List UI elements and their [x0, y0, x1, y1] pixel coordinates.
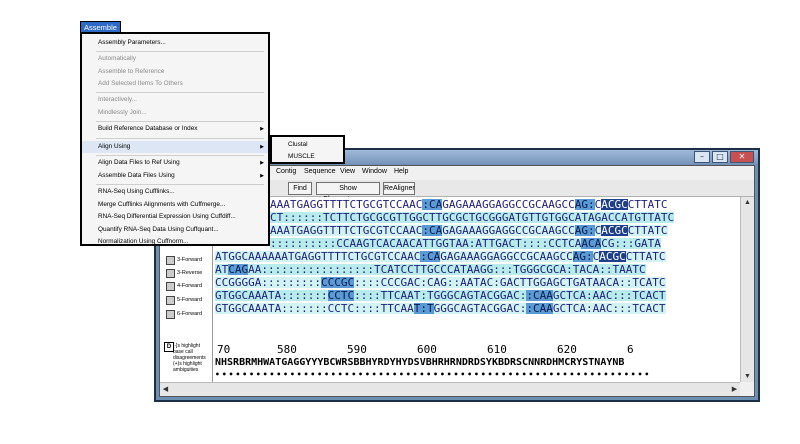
sequence-row-2[interactable]: CT::::::TCTTCTGCGCGTTGGCTTGCGCTGCGGGATGT…: [270, 212, 675, 223]
read-3-forward[interactable]: 3-Forward: [166, 255, 202, 266]
read-6-forward[interactable]: 6-Forward: [166, 309, 202, 320]
minimize-button[interactable]: –: [694, 151, 710, 163]
menu-separator: [96, 121, 264, 122]
maximize-button[interactable]: □: [712, 151, 728, 163]
read-label: 4-Forward: [177, 283, 203, 289]
menu-item-rnaseq-cuffdiff[interactable]: RNA-Seq Differential Expression Using Cu…: [98, 213, 236, 220]
ruler-tick: 600: [417, 343, 437, 356]
window-controls: – □ ✕: [694, 151, 754, 163]
read-icon: [166, 256, 175, 265]
menu-item-mindlessly-join: Mindlessly Join...: [98, 109, 147, 116]
menu-item-merge-cufflinks[interactable]: Merge Cufflinks Alignments with Cuffmerg…: [98, 201, 225, 208]
scroll-down-icon[interactable]: ▼: [742, 371, 753, 382]
read-3-reverse[interactable]: 3-Reverse: [166, 268, 202, 279]
menu-item-automatically: Automatically: [98, 55, 137, 62]
realigner-button[interactable]: ReAligner: [383, 182, 415, 195]
ruler-tick: 620: [557, 343, 577, 356]
sequence-row-6[interactable]: ATCAGAA:::::::::::::::::TCATCCTTGCCCATAA…: [215, 264, 646, 275]
read-icon: [166, 296, 175, 305]
menu-separator: [96, 51, 264, 52]
horizontal-scrollbar[interactable]: ◀ ▶: [160, 382, 740, 396]
menu-item-quantify[interactable]: Quantify RNA-Seq Data Using Cuffquant...: [98, 226, 219, 233]
read-4-forward[interactable]: 4-Forward: [166, 281, 202, 292]
menu-item-assemble-data-files[interactable]: Assemble Data Files Using: [98, 172, 175, 179]
scroll-up-icon[interactable]: ▲: [742, 197, 753, 208]
submenu-item-muscle[interactable]: MUSCLE: [288, 153, 315, 160]
read-label: 6-Forward: [177, 311, 203, 317]
menu-contig[interactable]: Contig: [276, 168, 296, 175]
consensus-sequence: NHSRBRMHWATGAGGYYYBCWRSBBHYRDYHYDSVBHRHR…: [215, 357, 625, 368]
read-5-forward[interactable]: 5-Forward: [166, 295, 202, 306]
submenu-item-clustal[interactable]: Clustal: [288, 141, 308, 148]
ruler-tick: 590: [347, 343, 367, 356]
menu-item-assemble-to-reference: Assemble to Reference: [98, 68, 165, 75]
menu-sequence[interactable]: Sequence: [304, 168, 336, 175]
submenu-arrow-icon: ▶: [260, 126, 264, 132]
menu-separator: [96, 138, 264, 139]
sequence-row-3[interactable]: AAATGAGGTTTTCTGCGTCCAAC:CAGAGAAAGGAGGCCG…: [270, 225, 668, 236]
find-button[interactable]: Find: [288, 182, 312, 195]
scroll-left-icon[interactable]: ◀: [160, 384, 171, 395]
menu-separator: [96, 155, 264, 156]
menu-item-label: Build Reference Database or Index: [98, 125, 198, 132]
consensus-dots: ••••••••••••••••••••••••••••••••••••••••…: [215, 370, 652, 379]
menu-item-add-selected: Add Selected Items To Others: [98, 80, 183, 87]
sequence-row-1[interactable]: AAATGAGGTTTTCTGCGTCCAAC:CAGAGAAAGGAGGCCG…: [270, 199, 668, 210]
sequence-row-4[interactable]: ::::::::::CCAAGTCACAACATTGGTAA:ATTGACT::…: [270, 238, 661, 249]
sequence-row-9[interactable]: GTGGCAAATA:::::::CCTC::::TTCAAT:TGGGCAGT…: [215, 303, 666, 314]
menu-item-rnaseq-cufflinks[interactable]: RNA-Seq Using Cufflinks...: [98, 188, 175, 195]
ruler-tick: 580: [277, 343, 297, 356]
submenu-arrow-icon: ▶: [260, 173, 264, 179]
submenu-arrow-icon: ▶: [260, 144, 264, 150]
menu-window[interactable]: Window: [362, 168, 387, 175]
ruler-tick: 70: [217, 343, 231, 356]
close-button[interactable]: ✕: [730, 151, 754, 163]
ruler-tick: 610: [487, 343, 507, 356]
scroll-right-icon[interactable]: ▶: [729, 384, 740, 395]
show-chromatograms-button[interactable]: Show Chromatograms: [316, 182, 380, 203]
menu-item-interactively: Interactively...: [98, 96, 137, 103]
read-label: 3-Reverse: [177, 270, 203, 276]
read-icon: [166, 310, 175, 319]
menu-help[interactable]: Help: [394, 168, 408, 175]
menu-item-build-reference[interactable]: Build Reference Database or Index: [98, 125, 197, 132]
sequence-row-7[interactable]: CCGGGGA:::::::::CCCGC::::CCCGAC:CAG::AAT…: [215, 277, 666, 288]
menu-item-normalization[interactable]: Normalization Using Cuffnorm...: [98, 238, 188, 245]
menu-separator: [96, 92, 264, 93]
menu-item-align-data-files[interactable]: Align Data Files to Ref Using: [98, 159, 180, 166]
read-label: 5-Forward: [177, 297, 203, 303]
menu-item-assembly-parameters[interactable]: Assembly Parameters...: [98, 39, 166, 46]
read-label: 3-Forward: [177, 257, 203, 263]
vertical-scrollbar[interactable]: ▲ ▼: [740, 197, 754, 382]
menu-separator: [96, 184, 264, 185]
submenu-arrow-icon: ▶: [260, 160, 264, 166]
ruler-tick: 6: [627, 343, 634, 356]
sequence-row-8[interactable]: GTGGCAAATA:::::::CCTC::::TTCAAT:TGGGCAGT…: [215, 290, 666, 301]
position-ruler: 70 580 590 600 610 620 6: [215, 343, 634, 356]
highlight-legend: [-]s highlight base call disagreements (…: [173, 343, 206, 373]
menu-item-align-using[interactable]: Align Using: [82, 141, 268, 153]
assemble-dropdown: Assembly Parameters... Automatically Ass…: [80, 32, 270, 246]
menu-view[interactable]: View: [340, 168, 355, 175]
read-icon: [166, 282, 175, 291]
read-icon: [166, 269, 175, 278]
menu-item-label: Align Using: [98, 143, 131, 150]
sequence-row-5[interactable]: ATGGCAAAAAATGAGGTTTTCTGCGTCCAAC:CAGAGAAA…: [215, 251, 666, 262]
